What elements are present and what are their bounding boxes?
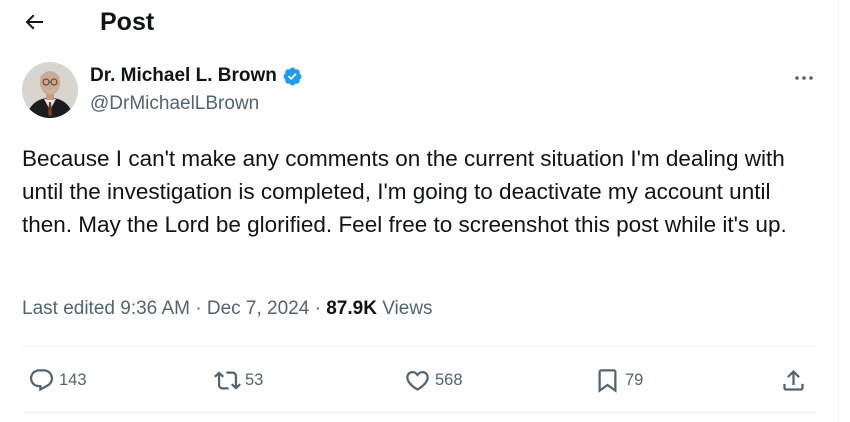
divider-top (22, 346, 816, 347)
meta-separator-2: · (314, 298, 321, 319)
bookmark-icon (598, 368, 617, 393)
more-horizontal-icon (795, 76, 813, 80)
arrow-left-icon (25, 14, 43, 30)
more-options-button[interactable] (788, 64, 820, 92)
author-handle[interactable]: @DrMichaelLBrown (90, 92, 259, 116)
views-count: 87.9K (326, 298, 377, 319)
avatar[interactable] (22, 62, 78, 118)
column-border (838, 0, 839, 422)
author-name[interactable]: Dr. Michael L. Brown (90, 64, 277, 88)
share-button[interactable] (780, 357, 807, 403)
verified-badge-icon[interactable] (282, 66, 303, 87)
reply-button[interactable]: 143 (28, 357, 87, 403)
page-header: Post (0, 0, 838, 44)
post-meta: Last edited 9:36 AM · Dec 7, 2024 · 87.9… (22, 297, 433, 321)
repost-button[interactable]: 53 (214, 357, 263, 403)
meta-separator: · (195, 298, 202, 319)
repost-count: 53 (245, 371, 264, 389)
views-label: Views (382, 298, 433, 319)
post-text: Because I can't make any comments on the… (22, 146, 787, 237)
like-count: 568 (435, 371, 463, 389)
share-icon (783, 369, 804, 391)
back-button[interactable] (16, 4, 52, 40)
bookmark-button[interactable]: 79 (594, 357, 643, 403)
reply-icon (29, 368, 54, 391)
page-title: Post (100, 8, 155, 36)
avatar-image (22, 62, 78, 118)
action-bar: 143 53 568 79 (22, 357, 816, 403)
post-date[interactable]: Dec 7, 2024 (207, 298, 309, 319)
reply-count: 143 (59, 371, 87, 389)
heart-icon (406, 370, 429, 391)
bookmark-count: 79 (625, 371, 644, 389)
author-name-line: Dr. Michael L. Brown (90, 64, 303, 88)
like-button[interactable]: 568 (404, 357, 463, 403)
post-author: Dr. Michael L. Brown @DrMichaelLBrown (22, 62, 822, 122)
edited-label[interactable]: Last edited (22, 298, 115, 319)
divider-bottom (22, 412, 816, 413)
post-time[interactable]: 9:36 AM (120, 298, 190, 319)
repost-icon (214, 370, 241, 390)
